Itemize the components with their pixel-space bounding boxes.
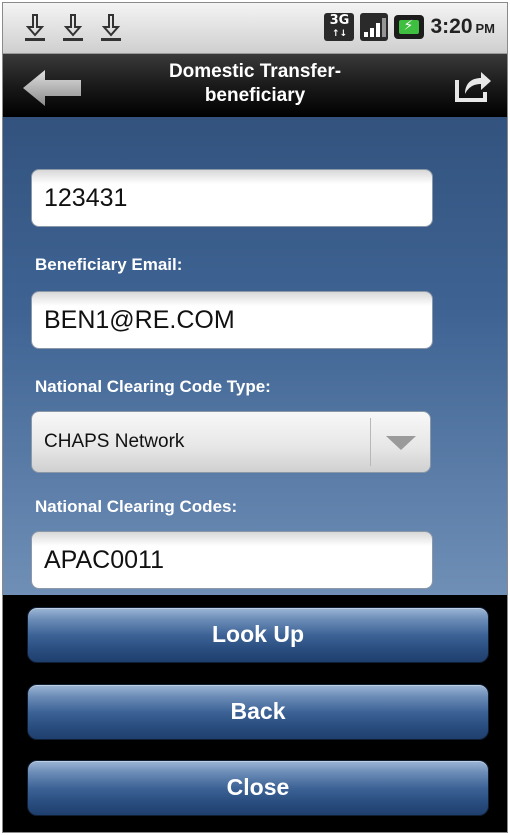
button-bar: Look Up Back Close [3, 595, 507, 832]
clearing-code-type-label: National Clearing Code Type: [35, 377, 271, 396]
status-bar: 3G ↑↓ ⚡ 3:20 PM [3, 3, 507, 54]
phone-screen: 3G ↑↓ ⚡ 3:20 PM Domestic Transfer- benef… [2, 2, 508, 833]
download-icon [63, 14, 83, 41]
clearing-codes-label: National Clearing Codes: [35, 497, 238, 516]
look-up-button[interactable]: Look Up [27, 607, 489, 663]
select-divider [370, 418, 371, 466]
chevron-down-icon [386, 436, 416, 450]
clock-time: 3:20 [430, 15, 473, 38]
battery-charging-icon: ⚡ [394, 15, 425, 39]
page-title-line2: beneficiary [204, 85, 306, 106]
clearing-codes-field[interactable]: APAC0011 [31, 531, 433, 589]
network-activity: ↑↓ [331, 29, 348, 39]
page-title-line1: Domestic Transfer- [168, 61, 342, 82]
status-icons: 3G ↑↓ ⚡ 3:20 PM [324, 11, 495, 43]
close-button[interactable]: Close [27, 760, 489, 816]
back-button[interactable]: Back [27, 684, 489, 740]
form-content: 123431 Beneficiary Email: BEN1@RE.COM Na… [3, 117, 507, 595]
3g-icon: 3G ↑↓ [324, 13, 355, 41]
network-type: 3G [329, 13, 350, 28]
account-number-field[interactable]: 123431 [31, 169, 433, 227]
download-icon [101, 14, 121, 41]
beneficiary-email-field[interactable]: BEN1@RE.COM [31, 291, 433, 349]
download-icon [25, 14, 45, 41]
title-bar: Domestic Transfer- beneficiary [3, 54, 507, 117]
page-title: Domestic Transfer- beneficiary [103, 60, 407, 108]
beneficiary-email-label: Beneficiary Email: [35, 255, 183, 274]
clearing-code-type-value: CHAPS Network [44, 431, 185, 452]
signal-icon [360, 13, 389, 41]
back-arrow-icon[interactable] [21, 68, 83, 108]
share-icon[interactable] [453, 68, 493, 104]
clock: 3:20 PM [430, 15, 495, 39]
clock-ampm: PM [475, 21, 496, 36]
clearing-code-type-select[interactable]: CHAPS Network [31, 411, 431, 473]
